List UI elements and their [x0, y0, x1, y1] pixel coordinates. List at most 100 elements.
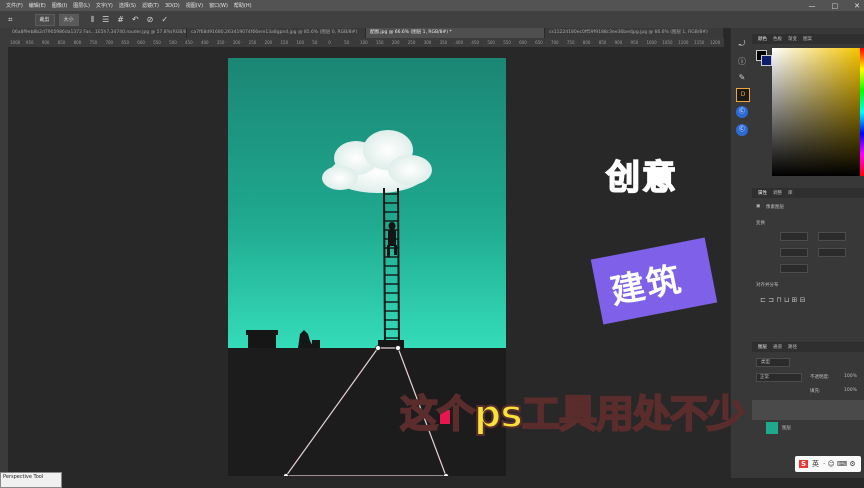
- menu-item-type[interactable]: 文字(Y): [96, 2, 113, 9]
- tab-channels[interactable]: 通道: [773, 344, 782, 350]
- menu-item-filter[interactable]: 滤镜(T): [142, 2, 159, 9]
- layer-name[interactable]: 图层: [782, 425, 791, 431]
- brush-settings-icon[interactable]: ✎: [736, 72, 748, 84]
- height-field[interactable]: [818, 232, 846, 241]
- layer-filter-select[interactable]: 类型: [756, 358, 790, 367]
- undo-icon[interactable]: ↶: [132, 15, 139, 24]
- grid-horizontal-icon[interactable]: ☰: [102, 15, 109, 24]
- info-icon[interactable]: ⓘ: [736, 56, 748, 68]
- tab-libraries[interactable]: 库: [788, 190, 793, 196]
- cancel-icon[interactable]: ⊘: [147, 15, 154, 24]
- options-bar: ⌗ 裁剪 大小 ⦀ ☰ # ↶ ⊘ ✓: [0, 11, 864, 29]
- ime-tool-icons[interactable]: · ☺ ⌨ ⚙: [823, 460, 856, 468]
- ruler-tick-label: 200: [391, 40, 400, 45]
- tab-properties[interactable]: 属性: [758, 190, 767, 196]
- ruler-tick-label: 900: [614, 40, 623, 45]
- angle-field[interactable]: [780, 264, 808, 273]
- right-panels: 颜色 色板 渐变 图案 属性 调整 库 ▣ 像素图层 变换 对齐并分布 ⊏ ⊐ …: [752, 28, 864, 478]
- dimension-plugin-icon[interactable]: D: [736, 88, 750, 102]
- tab-document-2[interactable]: ca7f68d91680,263419074f66ere13a8gpnd.jpg…: [187, 28, 366, 38]
- ruler-tick-label: 500: [169, 40, 177, 45]
- ruler-tick-label: 850: [598, 40, 607, 45]
- minimize-button[interactable]: —: [809, 2, 816, 10]
- size-mode-button[interactable]: 大小: [58, 13, 79, 26]
- align-icons[interactable]: ⊏ ⊐ ⊓ ⊔ ⊞ ⊟: [760, 296, 806, 304]
- horizontal-ruler: 1000 950 900 850 800 750 700 650 600 550 500 450 400…: [8, 38, 724, 47]
- grid-vertical-icon[interactable]: ⦀: [91, 15, 95, 25]
- crop-tool-icon[interactable]: ⌗: [8, 15, 13, 25]
- width-field[interactable]: [780, 232, 808, 241]
- plugin-b-icon[interactable]: Ⓒ: [736, 124, 748, 136]
- fill-value[interactable]: 100%: [844, 388, 857, 393]
- x-field[interactable]: [780, 248, 808, 257]
- layer-thumbnail[interactable]: [766, 422, 778, 434]
- commit-check-icon[interactable]: ✓: [161, 15, 168, 24]
- ruler-tick-label: 100: [360, 40, 368, 45]
- menu-item-edit[interactable]: 编辑(E): [29, 2, 46, 9]
- sogou-logo-icon[interactable]: S: [799, 460, 809, 468]
- tab-patterns[interactable]: 图案: [803, 36, 812, 42]
- menu-item-select[interactable]: 选择(S): [119, 2, 136, 9]
- tab-swatches[interactable]: 色板: [773, 36, 782, 42]
- blend-mode-select[interactable]: 正常: [756, 373, 802, 382]
- menu-item-file[interactable]: 文件(F): [6, 2, 23, 9]
- ruler-tick-label: 800: [582, 40, 591, 45]
- tab-document-1[interactable]: 06a8f9eb8b2d7905986da1372 Fas...1E5h7,34…: [8, 28, 187, 38]
- menu-item-help[interactable]: 帮助(H): [234, 2, 252, 9]
- ruler-tick-label: 350: [216, 40, 225, 45]
- tab-paths[interactable]: 路径: [788, 344, 797, 350]
- ruler-tick-label: 200: [264, 40, 273, 45]
- hue-slider[interactable]: [860, 48, 864, 176]
- ruler-tick-label: 500: [487, 40, 495, 45]
- ruler-tick-label: 1150: [694, 40, 705, 45]
- ime-language[interactable]: 英: [812, 459, 819, 469]
- color-panel-tabs: 颜色 色板 渐变 图案: [752, 34, 864, 44]
- tab-adjustments[interactable]: 调整: [773, 190, 782, 196]
- layer-row-selected[interactable]: [752, 400, 864, 420]
- ruler-tick-label: 250: [248, 40, 257, 45]
- ruler-tick-label: 750: [566, 40, 575, 45]
- ruler-tick-label: 1050: [662, 40, 673, 45]
- ruler-tick-label: 900: [41, 40, 50, 45]
- ruler-tick-label: 550: [153, 40, 161, 45]
- tab-document-4[interactable]: cs1122d180ec0ff59f9188c3ee36bedjpg.jpg @…: [545, 28, 724, 38]
- tab-document-active[interactable]: 配图.jpg @ 66.6% (图层 1, RGB/8#) *: [366, 28, 545, 38]
- y-field[interactable]: [818, 248, 846, 257]
- ruler-tick-label: 400: [200, 40, 209, 45]
- crop-mode-button[interactable]: 裁剪: [34, 13, 55, 26]
- ruler-tick-label: 700: [105, 40, 114, 45]
- menu-item-view[interactable]: 视图(V): [186, 2, 203, 9]
- ruler-tick-label: 300: [423, 40, 432, 45]
- menu-item-3d[interactable]: 3D(D): [165, 3, 180, 9]
- ruler-tick-label: 100: [296, 40, 305, 45]
- pixel-layer-label: 像素图层: [766, 205, 784, 210]
- color-picker-field[interactable]: [772, 48, 860, 176]
- tab-color[interactable]: 颜色: [758, 36, 767, 42]
- ruler-tick-label: 150: [280, 40, 289, 45]
- properties-panel-tabs: 属性 调整 库: [752, 188, 864, 198]
- align-section-title: 对齐并分布: [756, 283, 779, 288]
- ruler-tick-label: 600: [137, 40, 145, 45]
- grid-icon[interactable]: #: [117, 15, 124, 24]
- image-icon: ▣: [756, 204, 761, 209]
- menu-item-window[interactable]: 窗口(W): [209, 2, 228, 9]
- ruler-tick-label: 50: [312, 40, 318, 45]
- tab-layers[interactable]: 图层: [758, 344, 767, 350]
- document-tabs: 06a8f9eb8b2d7905986da1372 Fas...1E5h7,34…: [8, 28, 724, 38]
- ruler-tick-label: 50: [344, 40, 350, 45]
- plugin-a-icon[interactable]: Ⓒ: [736, 106, 748, 118]
- menu-item-layer[interactable]: 图层(L): [73, 2, 90, 9]
- close-button[interactable]: ✕: [854, 2, 860, 10]
- background-color-swatch[interactable]: [761, 55, 772, 66]
- history-icon[interactable]: ⤾: [736, 38, 748, 50]
- sky-background: [228, 58, 506, 348]
- tab-gradients[interactable]: 渐变: [788, 36, 797, 42]
- fill-label: 填充:: [810, 389, 821, 394]
- toolbar-header: [0, 28, 8, 47]
- ruler-tick-label: 350: [439, 40, 448, 45]
- ruler-tick-label: 800: [73, 40, 82, 45]
- opacity-value[interactable]: 100%: [844, 374, 857, 379]
- caption-text: 这个ps工具用处不少: [399, 391, 746, 437]
- maximize-button[interactable]: □: [832, 2, 839, 10]
- menu-item-image[interactable]: 图像(I): [52, 2, 67, 9]
